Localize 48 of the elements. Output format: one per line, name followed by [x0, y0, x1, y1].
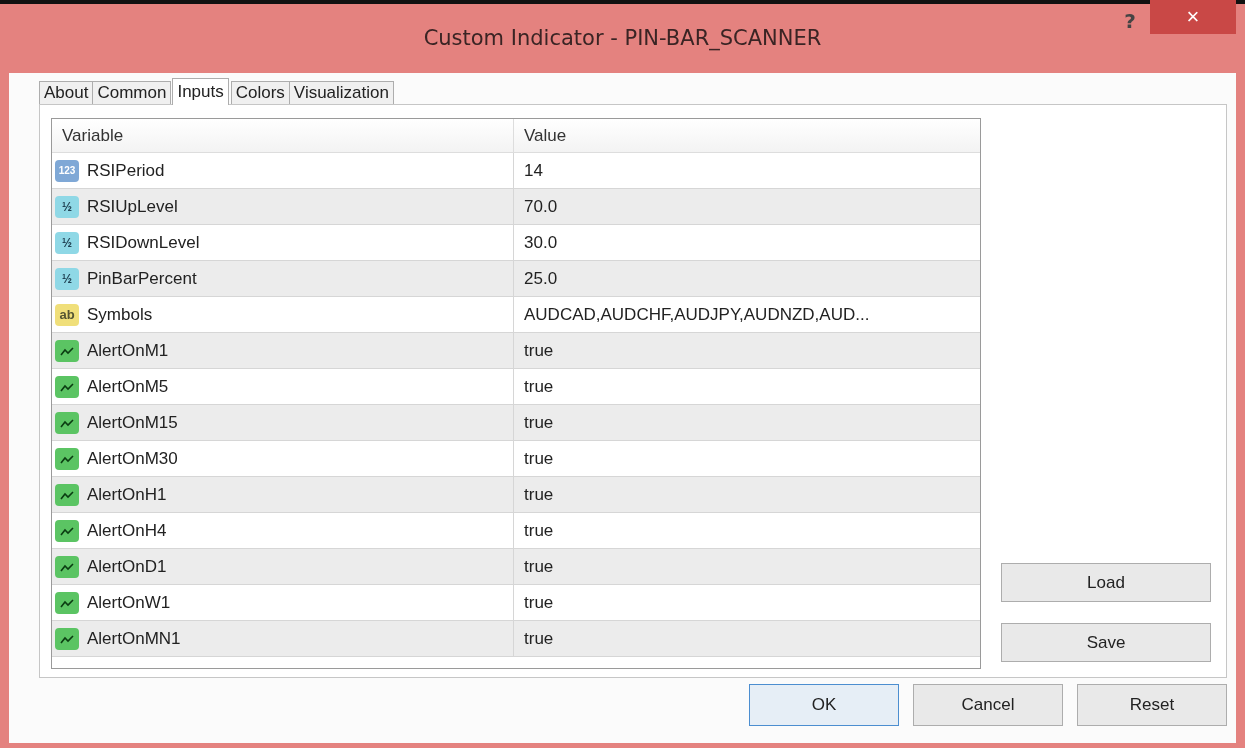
integer-type-icon: 123: [55, 159, 79, 182]
tab[interactable]: Common: [92, 81, 172, 104]
variable-value[interactable]: 70.0: [524, 196, 558, 217]
variable-value[interactable]: true: [524, 412, 554, 433]
side-button[interactable]: Save: [1001, 623, 1211, 662]
variable-name: AlertOnD1: [87, 556, 167, 577]
window-title: Custom Indicator - PIN-BAR_SCANNER: [422, 25, 823, 50]
close-button[interactable]: ×: [1150, 0, 1236, 34]
variable-name: Symbols: [87, 304, 153, 325]
variable-value[interactable]: true: [524, 556, 554, 577]
fraction-type-icon: ½: [55, 267, 79, 290]
variable-name: AlertOnH4: [87, 520, 167, 541]
variable-name: AlertOnW1: [87, 592, 171, 613]
variable-value[interactable]: true: [524, 340, 554, 361]
variable-name: AlertOnMN1: [87, 628, 181, 649]
variable-name: AlertOnM5: [87, 376, 169, 397]
column-header: Value: [523, 125, 568, 147]
side-button[interactable]: Load: [1001, 563, 1211, 602]
variable-value[interactable]: true: [524, 448, 554, 469]
tab[interactable]: Colors: [230, 81, 290, 104]
variable-name: AlertOnH1: [87, 484, 167, 505]
column-header: Variable: [52, 119, 514, 152]
fraction-type-icon: ½: [55, 231, 79, 254]
variable-value[interactable]: 25.0: [524, 268, 558, 289]
variable-name: RSIDownLevel: [87, 232, 200, 253]
variable-value[interactable]: true: [524, 520, 554, 541]
tab[interactable]: About: [39, 81, 94, 104]
variable-value[interactable]: 14: [524, 160, 543, 181]
variable-value[interactable]: true: [524, 628, 554, 649]
variable-name: AlertOnM30: [87, 448, 178, 469]
variable-value[interactable]: true: [524, 376, 554, 397]
dialog-button[interactable]: Reset: [1077, 684, 1227, 726]
tab[interactable]: Inputs: [172, 78, 229, 105]
variable-name: RSIUpLevel: [87, 196, 178, 217]
help-button[interactable]: ?: [1110, 4, 1150, 38]
variable-value[interactable]: true: [524, 592, 554, 613]
variable-value[interactable]: AUDCAD,AUDCHF,AUDJPY,AUDNZD,AUD...: [524, 304, 870, 325]
variable-value[interactable]: 30.0: [524, 232, 558, 253]
variable-value[interactable]: true: [524, 484, 554, 505]
dialog-button[interactable]: Cancel: [913, 684, 1063, 726]
fraction-type-icon: ½: [55, 195, 79, 218]
variable-name: RSIPeriod: [87, 160, 165, 181]
variable-name: PinBarPercent: [87, 268, 197, 289]
variable-name: AlertOnM15: [87, 412, 178, 433]
dialog-button[interactable]: OK: [749, 684, 899, 726]
variable-name: AlertOnM1: [87, 340, 169, 361]
text-type-icon: ab: [55, 303, 79, 326]
tab[interactable]: Visualization: [288, 81, 394, 104]
